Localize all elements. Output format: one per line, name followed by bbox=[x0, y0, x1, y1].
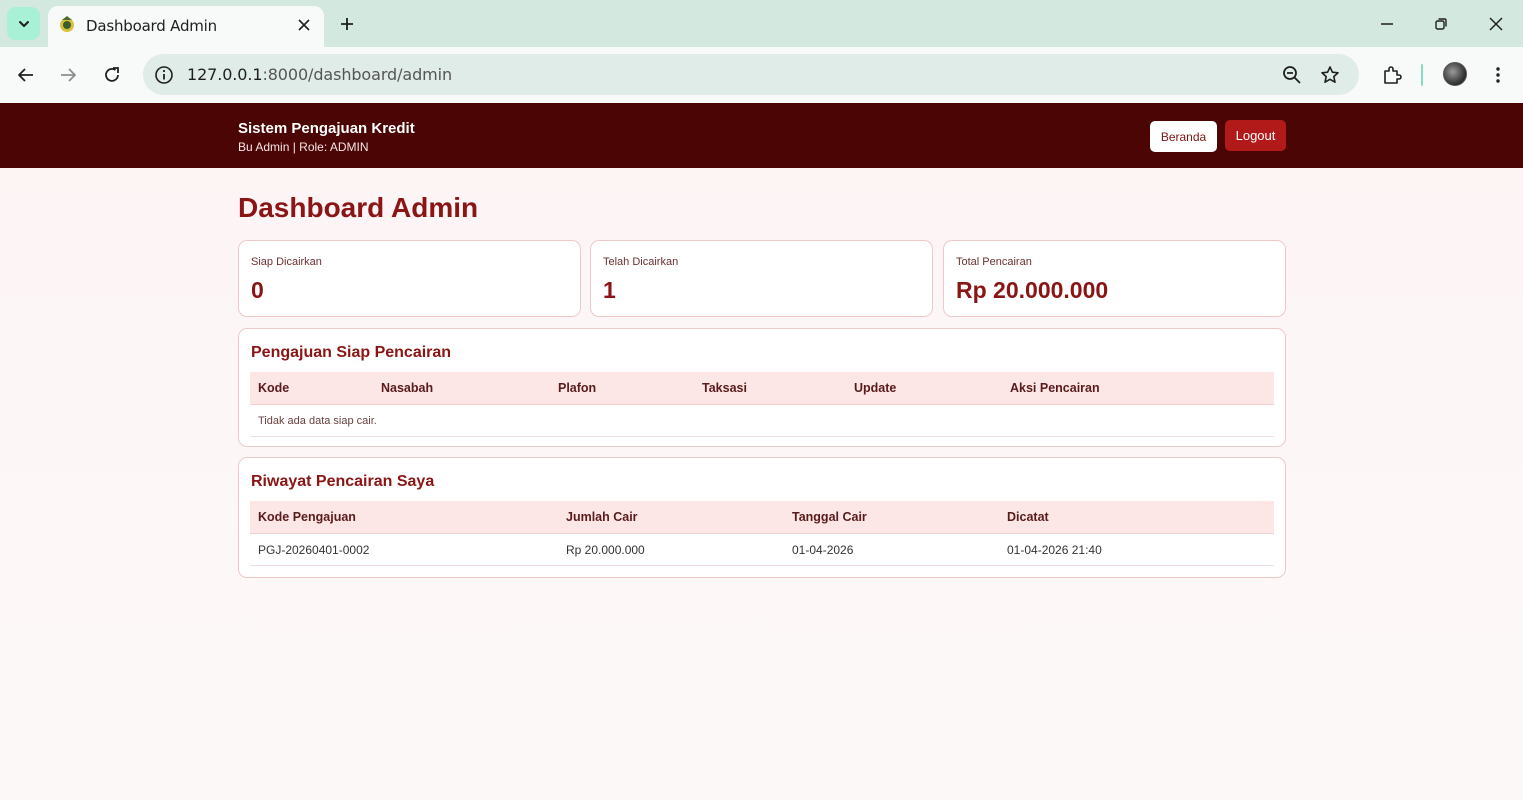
browser-tab-bar: Dashboard Admin bbox=[0, 0, 1523, 47]
restore-icon bbox=[1435, 18, 1447, 30]
minimize-icon bbox=[1381, 23, 1393, 25]
profile-avatar[interactable] bbox=[1443, 62, 1467, 86]
browser-tab-active[interactable]: Dashboard Admin bbox=[48, 6, 324, 47]
window-close-button[interactable] bbox=[1484, 12, 1508, 36]
back-button[interactable] bbox=[13, 62, 39, 88]
column-header: Kode Pengajuan bbox=[258, 510, 356, 524]
extensions-icon bbox=[1384, 66, 1402, 84]
window-close-icon bbox=[1489, 17, 1503, 31]
page-content: Sistem Pengajuan Kredit Bu Admin | Role:… bbox=[0, 103, 1523, 800]
page-title: Dashboard Admin bbox=[238, 192, 479, 223]
stat-label: Telah Dicairkan bbox=[603, 256, 679, 268]
toolbar-divider bbox=[1421, 64, 1423, 86]
new-tab-button[interactable] bbox=[336, 13, 358, 35]
stat-value: Rp 20.000.000 bbox=[956, 277, 1109, 303]
reload-button[interactable] bbox=[99, 62, 125, 88]
zoom-button[interactable] bbox=[1280, 63, 1304, 87]
column-header: Nasabah bbox=[381, 381, 434, 395]
forward-button[interactable] bbox=[55, 62, 81, 88]
address-bar[interactable]: 127.0.0.1:8000/dashboard/admin bbox=[143, 54, 1359, 95]
chevron-down-icon bbox=[18, 20, 29, 27]
column-header: Update bbox=[854, 381, 897, 395]
stat-value: 1 bbox=[603, 277, 616, 303]
browser-menu-button[interactable] bbox=[1485, 62, 1511, 88]
table-row: PGJ-20260401-0002 Rp 20.000.000 01-04-20… bbox=[250, 534, 1274, 566]
stat-card-disbursed: Telah Dicairkan 1 bbox=[590, 240, 933, 317]
app-title: Sistem Pengajuan Kredit bbox=[238, 120, 415, 137]
cell-dicatat: 01-04-2026 21:40 bbox=[1007, 543, 1102, 557]
url-text[interactable]: 127.0.0.1:8000/dashboard/admin bbox=[187, 65, 452, 84]
window-minimize-button[interactable] bbox=[1375, 12, 1399, 36]
history-panel-title: Riwayat Pencairan Saya bbox=[251, 473, 435, 490]
user-info: Bu Admin | Role: ADMIN bbox=[238, 140, 369, 154]
plus-icon bbox=[341, 18, 353, 30]
column-header: Dicatat bbox=[1007, 510, 1049, 524]
history-panel: Riwayat Pencairan Saya Kode Pengajuan Ju… bbox=[238, 457, 1286, 578]
stat-card-ready: Siap Dicairkan 0 bbox=[238, 240, 581, 317]
stat-label: Siap Dicairkan bbox=[251, 256, 322, 268]
tab-search-button[interactable] bbox=[7, 7, 40, 40]
cell-tanggal: 01-04-2026 bbox=[792, 543, 854, 557]
stat-label: Total Pencairan bbox=[956, 256, 1032, 268]
stat-value: 0 bbox=[251, 277, 264, 303]
tab-favicon-icon bbox=[60, 16, 74, 32]
column-header: Plafon bbox=[558, 381, 597, 395]
column-header: Aksi Pencairan bbox=[1010, 381, 1100, 395]
info-icon[interactable] bbox=[153, 64, 175, 86]
table-empty-row: Tidak ada data siap cair. bbox=[250, 405, 1274, 437]
column-header: Taksasi bbox=[702, 381, 747, 395]
url-host: 127.0.0.1 bbox=[187, 65, 263, 84]
cell-kode: PGJ-20260401-0002 bbox=[258, 543, 370, 557]
logout-button[interactable]: Logout bbox=[1225, 120, 1286, 151]
star-icon bbox=[1321, 66, 1339, 83]
ready-table-header: Kode Nasabah Plafon Taksasi Update Aksi … bbox=[250, 372, 1274, 405]
reload-icon bbox=[105, 67, 119, 82]
column-header: Tanggal Cair bbox=[792, 510, 867, 524]
zoom-out-icon bbox=[1283, 66, 1301, 84]
url-path: :8000/dashboard/admin bbox=[262, 65, 453, 84]
forward-arrow-icon bbox=[61, 68, 76, 82]
column-header: Jumlah Cair bbox=[566, 510, 638, 524]
app-header: Sistem Pengajuan Kredit Bu Admin | Role:… bbox=[0, 103, 1523, 168]
stat-card-total: Total Pencairan Rp 20.000.000 bbox=[943, 240, 1286, 317]
extensions-button[interactable] bbox=[1379, 62, 1405, 88]
back-arrow-icon bbox=[18, 68, 33, 82]
browser-toolbar: 127.0.0.1:8000/dashboard/admin bbox=[0, 47, 1523, 103]
window-restore-button[interactable] bbox=[1429, 12, 1453, 36]
tab-title: Dashboard Admin bbox=[86, 17, 217, 35]
tab-close-button[interactable] bbox=[294, 15, 314, 35]
home-button[interactable]: Beranda bbox=[1150, 121, 1217, 152]
bookmark-button[interactable] bbox=[1318, 63, 1342, 87]
ready-panel-title: Pengajuan Siap Pencairan bbox=[251, 344, 452, 361]
close-icon bbox=[298, 19, 310, 31]
cell-jumlah: Rp 20.000.000 bbox=[566, 543, 645, 557]
column-header: Kode bbox=[258, 381, 290, 395]
ready-panel: Pengajuan Siap Pencairan Kode Nasabah Pl… bbox=[238, 328, 1286, 447]
empty-message: Tidak ada data siap cair. bbox=[258, 415, 377, 427]
history-table-header: Kode Pengajuan Jumlah Cair Tanggal Cair … bbox=[250, 501, 1274, 534]
kebab-menu-icon bbox=[1496, 67, 1500, 83]
